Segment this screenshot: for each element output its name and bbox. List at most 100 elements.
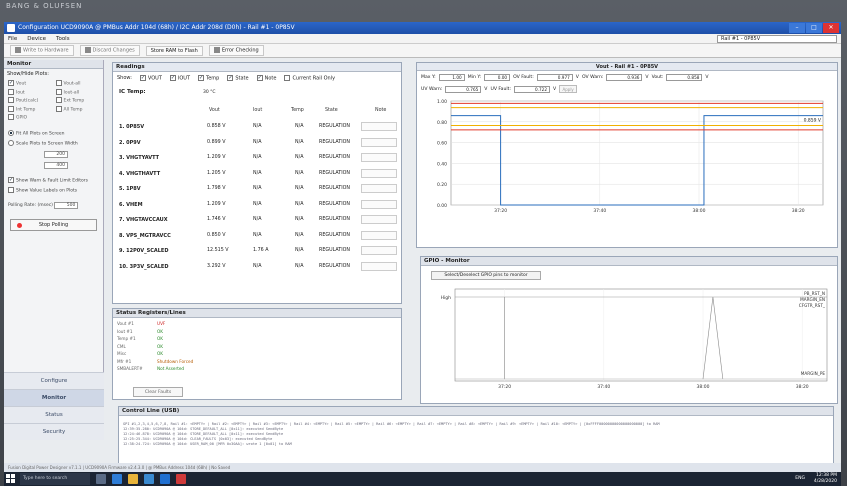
plot-checkbox-iout[interactable]: Iout <box>8 88 52 95</box>
error-checking-button[interactable]: Error Checking <box>208 45 264 56</box>
fusion-app-icon[interactable] <box>176 474 186 484</box>
ov-warn-input[interactable]: 0.936 <box>606 73 643 81</box>
scale-plots-label: Scale Plots to Screen Width <box>16 141 78 147</box>
show-item-label: VOUT <box>147 75 162 82</box>
mail-icon[interactable] <box>160 474 170 484</box>
rail-iout: N/A <box>253 170 262 176</box>
checkbox[interactable] <box>55 97 62 103</box>
taskbar-search-input[interactable]: Type here to search <box>20 473 90 485</box>
rail-note-input[interactable] <box>361 215 397 224</box>
file-explorer-icon[interactable] <box>128 474 138 484</box>
min-y-input[interactable]: 0.00 <box>484 73 511 81</box>
status-value: OK <box>157 328 164 334</box>
error-checking-label: Error Checking <box>221 47 259 54</box>
checkbox[interactable] <box>8 176 14 183</box>
checkbox[interactable] <box>55 105 62 112</box>
edge-icon[interactable] <box>112 474 122 484</box>
write-to-hardware-button[interactable]: Write to Hardware <box>10 45 74 56</box>
checkbox[interactable] <box>139 75 146 81</box>
rail-note-input[interactable] <box>361 137 397 147</box>
vout-chart-title: Vout - Rail #1 - 0P85V <box>417 63 837 71</box>
nav-configure[interactable]: Configure <box>4 372 104 389</box>
polling-rate-input[interactable]: 500 <box>54 201 79 209</box>
rail-note-input[interactable] <box>361 246 397 255</box>
discard-changes-button[interactable]: Discard Changes <box>79 45 140 56</box>
checkbox[interactable] <box>227 75 234 81</box>
stop-polling-button[interactable]: Stop Polling <box>10 218 97 231</box>
rail-note-input[interactable] <box>361 261 397 271</box>
show-temp-checkbox[interactable]: Temp <box>198 75 219 82</box>
plot-checkbox-ext-temp[interactable]: Ext Temp <box>55 97 100 104</box>
checkbox[interactable] <box>8 88 14 95</box>
checkbox[interactable] <box>55 80 62 86</box>
plot-checkbox-iout-all[interactable]: Iout-all <box>55 88 100 95</box>
radio[interactable] <box>8 129 14 136</box>
plot-checkbox-vout[interactable]: Vout <box>8 80 52 87</box>
max-y-label: Max Y: <box>421 74 436 80</box>
checkbox[interactable] <box>198 75 205 81</box>
rail-note-input[interactable] <box>361 122 397 131</box>
show-warn-fault-option[interactable]: Show Warn & Fault Limit Editors <box>4 175 103 186</box>
plot-checkbox-int-temp[interactable]: Int Temp <box>8 105 52 112</box>
language-indicator[interactable]: ENG <box>795 476 805 481</box>
windows-start-icon[interactable] <box>6 474 16 484</box>
store-icon[interactable] <box>144 474 154 484</box>
apply-limits-button[interactable]: Apply <box>559 85 578 93</box>
rail-note-input[interactable] <box>361 199 397 209</box>
plot-checkbox-pout[interactable]: Pout(calc) <box>8 97 52 104</box>
plot-checkbox-gpio[interactable]: GPIO <box>8 114 52 121</box>
show-item-label: Temp <box>206 75 220 82</box>
current-rail-only-checkbox[interactable]: Current Rail Only <box>284 75 335 82</box>
show-vout-checkbox[interactable]: VOUT <box>139 75 162 82</box>
ov-fault-input[interactable]: 0.977 <box>536 73 573 81</box>
nav-monitor[interactable]: Monitor <box>4 389 104 406</box>
checkbox[interactable] <box>8 114 14 120</box>
rail-note-input[interactable] <box>361 184 397 193</box>
checkbox[interactable] <box>55 88 62 95</box>
rail-vout: 1.209 V <box>207 201 226 207</box>
radio[interactable] <box>8 140 14 146</box>
status-row: Iout #1 OK <box>113 328 401 336</box>
fit-all-plots-option[interactable]: Fit All Plots on Screen <box>4 128 103 139</box>
store-ram-to-flash-button[interactable]: Store RAM to Flash <box>145 45 203 56</box>
menu-device[interactable]: Device <box>27 34 46 43</box>
show-value-labels-option[interactable]: Show Value Labels on Plots <box>4 185 103 196</box>
clock[interactable]: 12:38 PM 4/28/2020 <box>814 473 837 485</box>
rail-name: 2. 0P9V <box>119 139 141 146</box>
rail-note-input[interactable] <box>361 168 397 178</box>
menu-file[interactable]: File <box>8 34 17 43</box>
checkbox[interactable] <box>8 187 14 193</box>
close-button[interactable]: ✕ <box>823 23 839 33</box>
scale-plots-option[interactable]: Scale Plots to Screen Width <box>4 138 103 149</box>
plot-width-input[interactable]: 200 <box>44 150 68 158</box>
maximize-button[interactable]: □ <box>806 23 822 33</box>
task-view-icon[interactable] <box>96 474 106 484</box>
menu-tools[interactable]: Tools <box>56 34 70 43</box>
minimize-button[interactable]: – <box>789 23 805 33</box>
clear-faults-button[interactable]: Clear Faults <box>133 387 183 397</box>
vout-input[interactable]: 0.858 <box>666 73 703 81</box>
nav-security[interactable]: Security <box>4 423 104 440</box>
checkbox[interactable] <box>256 75 263 81</box>
checkbox[interactable] <box>284 75 291 81</box>
uv-warn-input[interactable]: 0.765 <box>445 85 482 93</box>
select-gpio-pins-button[interactable]: Select/Deselect GPIO pins to monitor <box>431 271 541 280</box>
checkbox[interactable] <box>8 80 14 86</box>
rail-note-input[interactable] <box>361 153 397 162</box>
rail-select[interactable]: Rail #1 - 0P85V <box>717 35 837 43</box>
plot-checkbox-label: All Temp <box>63 107 83 112</box>
checkbox[interactable] <box>8 105 14 112</box>
value-label: 0.859 V <box>804 118 822 124</box>
uv-fault-input[interactable]: 0.722 <box>514 85 550 93</box>
max-y-input[interactable]: 1.00 <box>438 73 465 81</box>
rail-note-input[interactable] <box>361 230 397 240</box>
plot-checkbox-all-temp[interactable]: All Temp <box>55 105 100 112</box>
checkbox[interactable] <box>8 97 14 103</box>
plot-height-input[interactable]: 400 <box>44 161 68 169</box>
show-iout-checkbox[interactable]: IOUT <box>169 75 190 82</box>
plot-checkbox-vout-all[interactable]: Vout-all <box>55 80 100 87</box>
checkbox[interactable] <box>169 75 176 81</box>
nav-status[interactable]: Status <box>4 406 104 423</box>
show-state-checkbox[interactable]: State <box>227 75 249 82</box>
show-note-checkbox[interactable]: Note <box>256 75 276 82</box>
